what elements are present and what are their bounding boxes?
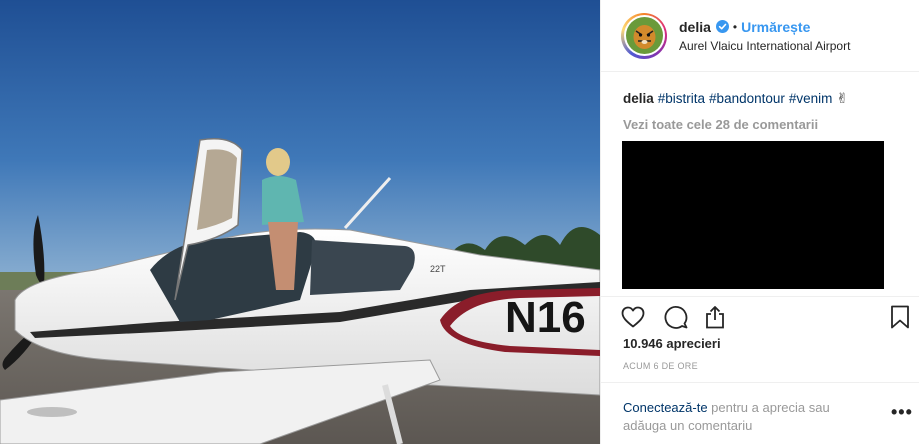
wing-light [27, 407, 77, 417]
hashtag-link[interactable]: #bistrita [658, 91, 705, 106]
likes-count[interactable]: 10.946 aprecieri [623, 336, 721, 351]
avatar [625, 17, 663, 54]
airplane-photo-illustration: N16 22T [0, 0, 600, 444]
avatar-tiger-icon [625, 17, 663, 54]
avatar-frame [623, 15, 665, 56]
hashtag-link[interactable]: #bandontour [709, 91, 785, 106]
separator-dot: • [732, 19, 738, 34]
share-icon[interactable] [701, 303, 729, 331]
model-badge: 22T [430, 264, 446, 274]
header-username[interactable]: delia [679, 19, 711, 35]
post-sidebar: delia • Urmărește Aurel Vlaicu Internati… [600, 0, 919, 444]
action-bar [601, 296, 919, 336]
heart-icon[interactable] [619, 303, 647, 331]
victory-hand-emoji: ✌ [836, 90, 849, 106]
more-options-icon[interactable]: ••• [891, 403, 913, 421]
follow-button[interactable]: Urmărește [741, 19, 810, 35]
caption-username[interactable]: delia [623, 91, 654, 106]
tail-number: N16 [505, 293, 586, 342]
hashtag-link[interactable]: #venim [789, 91, 833, 106]
post-caption: delia #bistrita #bandontour #venim ✌ [623, 90, 848, 107]
login-link[interactable]: Conectează-te [623, 400, 708, 415]
post-photo[interactable]: N16 22T [0, 0, 600, 444]
redacted-comments-block [622, 141, 884, 289]
side-window [310, 240, 415, 295]
comment-icon[interactable] [662, 303, 690, 331]
view-all-comments-link[interactable]: Vezi toate cele 28 de comentarii [623, 117, 818, 132]
location-link[interactable]: Aurel Vlaicu International Airport [679, 39, 850, 53]
login-prompt-text: Conectează-te pentru a aprecia sau adăug… [623, 399, 863, 435]
avatar-story-ring[interactable] [621, 12, 667, 59]
verified-badge-icon [715, 20, 729, 33]
login-prompt: Conectează-te pentru a aprecia sau adăug… [601, 382, 919, 444]
post-timestamp: ACUM 6 DE ORE [623, 361, 698, 371]
post-header: delia • Urmărește Aurel Vlaicu Internati… [601, 0, 919, 72]
bookmark-icon[interactable] [886, 303, 914, 331]
